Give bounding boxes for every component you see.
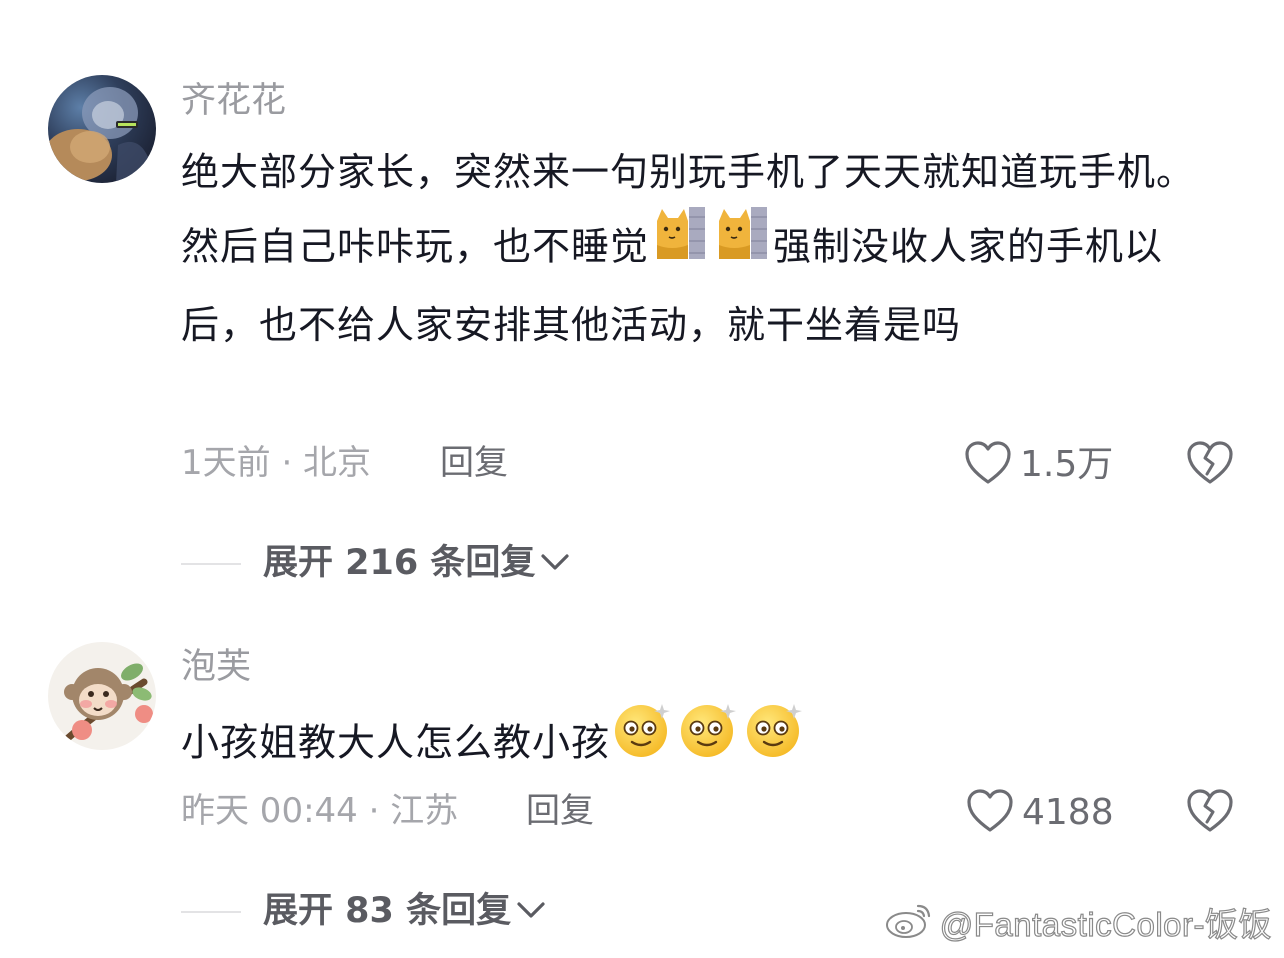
comment-text: 绝大部分家长，突然来一句别玩手机了天天就知道玩手机。然后自己咔咔玩，也不睡觉 强… <box>181 136 1211 362</box>
avatar-monkey-illustration-icon[interactable] <box>48 642 156 750</box>
heart-icon <box>964 440 1012 490</box>
watermark: @FantasticColor-饭饭 <box>884 898 1272 946</box>
like-button[interactable]: 1.5万 <box>964 440 1113 490</box>
avatar-cat-photo-icon[interactable] <box>48 75 156 183</box>
watermark-text: @FantasticColor-饭饭 <box>939 905 1272 943</box>
dizzy-face-emoji-icon <box>678 698 740 784</box>
expand-divider <box>181 562 241 565</box>
like-button[interactable]: 4188 <box>966 788 1114 838</box>
cat-emoji-icon <box>715 205 769 285</box>
comment-time-location: 1天前 · 北京 <box>181 443 372 483</box>
dizzy-face-emoji-icon <box>744 698 806 784</box>
comment-meta: 1天前 · 北京 <box>181 446 371 480</box>
expand-replies-label: 展开 83 条回复 <box>263 891 512 931</box>
chevron-down-icon <box>515 898 547 926</box>
chevron-down-icon <box>539 550 571 578</box>
like-count: 4188 <box>1022 792 1114 833</box>
dislike-heart-icon[interactable] <box>1186 788 1234 838</box>
dizzy-face-emoji-icon <box>612 698 674 784</box>
comment-time-location: 昨天 00:44 · 江苏 <box>181 791 459 831</box>
reply-button[interactable]: 回复 <box>440 446 508 480</box>
heart-icon <box>966 788 1014 838</box>
expand-replies-button[interactable]: 展开 216 条回复 <box>181 546 571 581</box>
comment-meta: 昨天 00:44 · 江苏 <box>181 794 458 828</box>
expand-divider <box>181 910 241 913</box>
dislike-heart-icon[interactable] <box>1186 440 1234 490</box>
comment-author[interactable]: 泡芙 <box>181 650 251 685</box>
expand-replies-label: 展开 216 条回复 <box>263 543 536 583</box>
weibo-logo-icon <box>884 900 934 944</box>
reply-button[interactable]: 回复 <box>526 794 594 828</box>
cat-emoji-icon <box>653 205 707 285</box>
comment-author[interactable]: 齐花花 <box>181 84 286 119</box>
comment-text-segment: 小孩姐教大人怎么教小孩 <box>181 720 611 765</box>
like-count: 1.5万 <box>1020 444 1114 485</box>
comment-text: 小孩姐教大人怎么教小孩 <box>181 702 1211 788</box>
expand-replies-button[interactable]: 展开 83 条回复 <box>181 894 547 929</box>
